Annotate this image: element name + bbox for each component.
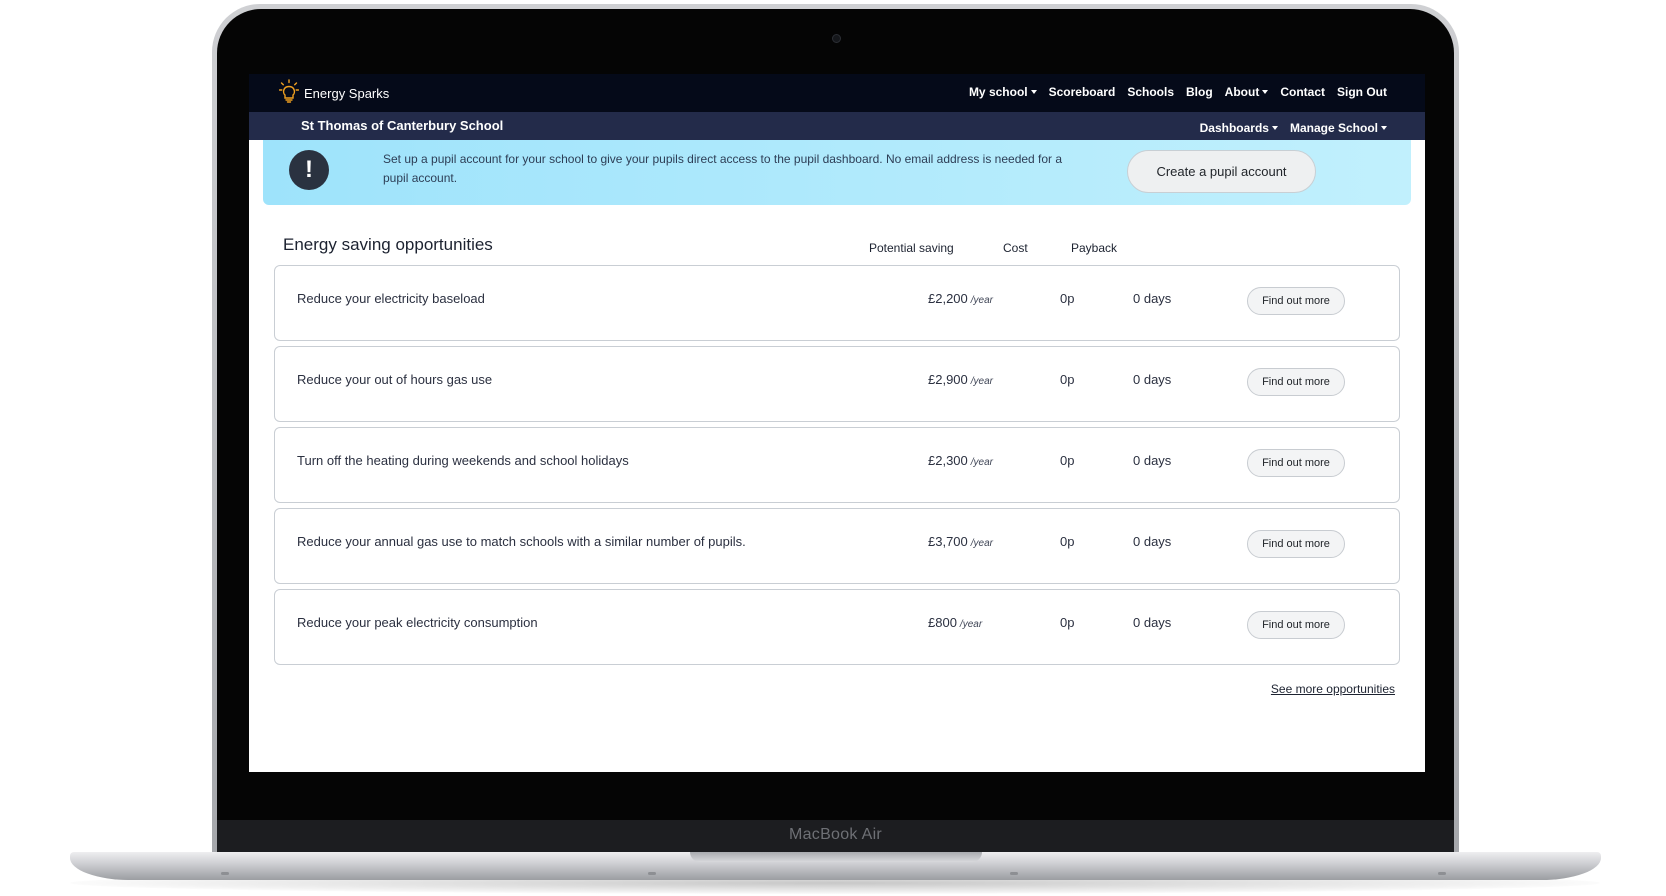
nav-about[interactable]: About — [1225, 85, 1269, 99]
create-pupil-account-button[interactable]: Create a pupil account — [1127, 150, 1316, 193]
saving-amount: £3,700 — [928, 534, 968, 549]
saving-amount: £800 — [928, 615, 957, 630]
menu-label: Manage School — [1289, 121, 1378, 135]
saving-unit: /year — [970, 538, 993, 549]
laptop-screen: Energy Sparks My school Scoreboard Schoo… — [249, 74, 1425, 772]
saving-amount: £2,900 — [928, 372, 968, 387]
find-out-more-button[interactable]: Find out more — [1247, 287, 1345, 315]
find-out-more-button[interactable]: Find out more — [1247, 530, 1345, 558]
nav-link-label: Schools — [1127, 85, 1174, 99]
column-header-cost: Cost — [1003, 241, 1028, 255]
laptop-foot — [648, 872, 656, 875]
opportunity-saving: £3,700/year — [928, 534, 993, 549]
opportunity-title: Reduce your out of hours gas use — [297, 372, 493, 387]
laptop-foot — [221, 872, 229, 875]
opportunity-card: Turn off the heating during weekends and… — [274, 427, 1400, 503]
manage-school-menu[interactable]: Manage School — [1290, 121, 1387, 135]
exclamation-icon: ! — [289, 150, 329, 190]
opportunity-saving: £2,900/year — [928, 372, 993, 387]
top-nav-links: My school Scoreboard Schools Blog About … — [969, 85, 1387, 99]
opportunity-card: Reduce your out of hours gas use £2,900/… — [274, 346, 1400, 422]
opportunity-payback: 0 days — [1133, 453, 1172, 468]
laptop-model-label: MacBook Air — [788, 826, 883, 843]
opportunity-card: Reduce your electricity baseload £2,200/… — [274, 265, 1400, 341]
column-header-payback: Payback — [1071, 241, 1118, 255]
main-content: ! Set up a pupil account for your school… — [249, 140, 1425, 772]
laptop-hinge-notch — [690, 852, 982, 862]
opportunity-card: Reduce your peak electricity consumption… — [274, 589, 1400, 665]
caret-down-icon — [1381, 126, 1387, 130]
opportunity-cost: 0p — [1060, 453, 1075, 468]
opportunity-payback: 0 days — [1133, 615, 1172, 630]
saving-unit: /year — [959, 619, 983, 630]
find-out-more-button[interactable]: Find out more — [1247, 368, 1345, 396]
lightbulb-icon — [278, 78, 300, 108]
opportunity-saving: £2,200/year — [928, 291, 993, 306]
nav-link-label: Sign Out — [1337, 85, 1387, 99]
opportunity-saving: £2,300/year — [928, 453, 993, 468]
opportunity-payback: 0 days — [1133, 291, 1172, 306]
nav-scoreboard[interactable]: Scoreboard — [1049, 85, 1116, 99]
nav-schools[interactable]: Schools — [1127, 85, 1174, 99]
nav-contact[interactable]: Contact — [1280, 85, 1325, 99]
caret-down-icon — [1030, 90, 1037, 94]
nav-link-label: Blog — [1186, 85, 1213, 99]
brand-name: Energy Sparks — [304, 85, 390, 101]
opportunity-title: Turn off the heating during weekends and… — [297, 453, 629, 468]
opportunity-cost: 0p — [1060, 615, 1075, 630]
opportunity-title: Reduce your electricity baseload — [297, 291, 485, 306]
opportunity-cost: 0p — [1060, 534, 1075, 549]
opportunity-title: Reduce your annual gas use to match scho… — [297, 534, 746, 549]
camera-icon — [832, 34, 841, 43]
nav-sign-out[interactable]: Sign Out — [1337, 85, 1387, 99]
opportunity-payback: 0 days — [1133, 372, 1172, 387]
opportunity-card: Reduce your annual gas use to match scho… — [274, 508, 1400, 584]
school-name[interactable]: St Thomas of Canterbury School — [301, 118, 503, 133]
nav-link-label: Contact — [1280, 85, 1325, 99]
nav-link-label: About — [1224, 85, 1260, 99]
caret-down-icon — [1271, 126, 1278, 130]
nav-my-school[interactable]: My school — [969, 85, 1037, 99]
saving-unit: /year — [970, 295, 993, 306]
saving-amount: £2,300 — [928, 453, 968, 468]
saving-amount: £2,200 — [928, 291, 968, 306]
opportunity-title: Reduce your peak electricity consumption — [297, 615, 538, 630]
alert-message: Set up a pupil account for your school t… — [383, 152, 1063, 185]
opportunity-cost: 0p — [1060, 291, 1075, 306]
caret-down-icon — [1262, 90, 1269, 94]
find-out-more-button[interactable]: Find out more — [1247, 611, 1345, 639]
school-menus: Dashboards Manage School — [1200, 121, 1387, 135]
find-out-more-button[interactable]: Find out more — [1247, 449, 1345, 477]
opportunity-saving: £800/year — [928, 615, 982, 630]
pupil-account-alert: ! Set up a pupil account for your school… — [263, 140, 1411, 205]
saving-unit: /year — [970, 376, 993, 387]
section-title: Energy saving opportunities — [283, 235, 493, 254]
nav-link-label: My school — [968, 85, 1028, 99]
saving-unit: /year — [970, 457, 993, 468]
see-more-opportunities-link[interactable]: See more opportunities — [1271, 682, 1395, 696]
laptop-foot — [1438, 872, 1446, 875]
dashboards-menu[interactable]: Dashboards — [1200, 121, 1278, 135]
top-navbar: Energy Sparks My school Scoreboard Schoo… — [249, 74, 1425, 112]
opportunity-cost: 0p — [1060, 372, 1075, 387]
school-subnav: St Thomas of Canterbury School Dashboard… — [249, 112, 1425, 140]
menu-label: Dashboards — [1199, 121, 1269, 135]
brand-logo[interactable]: Energy Sparks — [278, 78, 390, 108]
opportunity-payback: 0 days — [1133, 534, 1172, 549]
laptop-foot — [1010, 872, 1018, 875]
nav-blog[interactable]: Blog — [1186, 85, 1213, 99]
nav-link-label: Scoreboard — [1048, 85, 1116, 99]
column-header-saving: Potential saving — [869, 241, 954, 255]
